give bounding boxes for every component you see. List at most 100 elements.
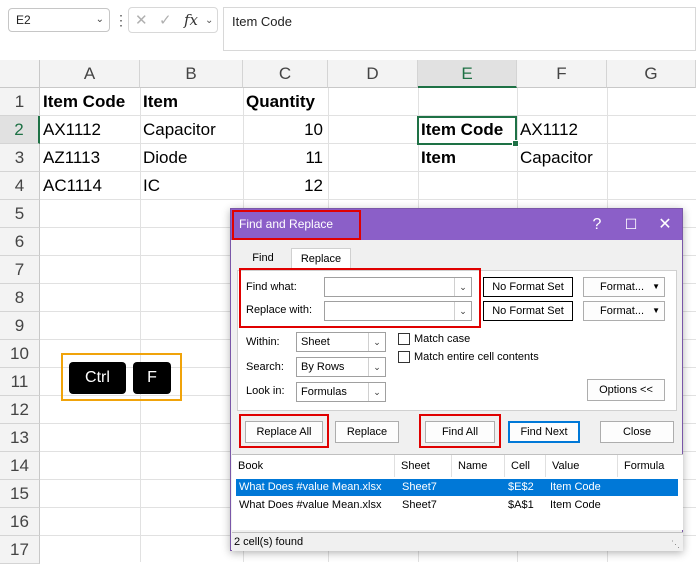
find-all-button[interactable]: Find All: [425, 421, 495, 443]
close-window-button[interactable]: ✕: [648, 209, 682, 240]
options-button[interactable]: Options <<: [587, 379, 665, 401]
row-header-16[interactable]: 16: [0, 508, 40, 536]
row-header-6[interactable]: 6: [0, 228, 40, 256]
row-header-11[interactable]: 11: [0, 368, 40, 396]
column-header-c[interactable]: C: [243, 60, 328, 88]
chevron-down-icon[interactable]: ⌄: [368, 383, 385, 401]
tab-find[interactable]: Find: [245, 248, 281, 270]
dropdown-arrow-icon: ▼: [652, 306, 660, 315]
results-header-book[interactable]: Book: [232, 455, 395, 477]
close-button[interactable]: Close: [600, 421, 674, 443]
dropdown-arrow-icon: ▼: [652, 282, 660, 291]
result-cell: $E$2: [508, 481, 534, 493]
row-header-3[interactable]: 3: [0, 144, 40, 172]
row-header-5[interactable]: 5: [0, 200, 40, 228]
results-header-formula[interactable]: Formula: [618, 455, 683, 477]
row-header-9[interactable]: 9: [0, 312, 40, 340]
match-entire-checkbox[interactable]: [398, 351, 410, 363]
results-header-cell[interactable]: Cell: [505, 455, 546, 477]
find-what-input[interactable]: ⌄: [324, 277, 472, 297]
lookin-select[interactable]: Formulas ⌄: [296, 382, 386, 402]
format-replace-label: Format...: [600, 305, 645, 317]
cell-a1[interactable]: Item Code: [40, 88, 140, 116]
help-button[interactable]: ?: [580, 209, 614, 240]
row-header-15[interactable]: 15: [0, 480, 40, 508]
result-value: Item Code: [550, 481, 601, 493]
chevron-down-icon[interactable]: ⌄: [96, 9, 104, 31]
maximize-button[interactable]: ☐: [614, 209, 648, 240]
result-row[interactable]: What Does #value Mean.xlsx Sheet7 $A$1 I…: [236, 497, 678, 514]
row-header-8[interactable]: 8: [0, 284, 40, 312]
cell-b2[interactable]: Capacitor: [140, 116, 243, 144]
cell-b1[interactable]: Item: [140, 88, 243, 116]
replace-with-input[interactable]: ⌄: [324, 301, 472, 321]
result-row[interactable]: What Does #value Mean.xlsx Sheet7 $E$2 I…: [236, 479, 678, 496]
formula-input[interactable]: Item Code: [223, 7, 696, 51]
search-select[interactable]: By Rows ⌄: [296, 357, 386, 377]
row-header-2[interactable]: 2: [0, 116, 40, 144]
row-header-4[interactable]: 4: [0, 172, 40, 200]
replace-with-label: Replace with:: [246, 304, 313, 316]
ctrl-key: Ctrl: [69, 362, 126, 394]
active-cell-border: [417, 116, 519, 147]
column-header-f[interactable]: F: [517, 60, 607, 88]
cell-c4[interactable]: 12: [243, 172, 328, 200]
row-header-1[interactable]: 1: [0, 88, 40, 116]
cell-a2[interactable]: AX1112: [40, 116, 140, 144]
chevron-down-icon[interactable]: ⌄: [368, 358, 385, 376]
row-header-17[interactable]: 17: [0, 536, 40, 564]
find-next-button[interactable]: Find Next: [508, 421, 580, 443]
insert-function-icon[interactable]: fx: [184, 11, 198, 29]
cell-c2[interactable]: 10: [243, 116, 328, 144]
status-bar: 2 cell(s) found: [232, 532, 683, 551]
row-header-7[interactable]: 7: [0, 256, 40, 284]
results-header-name[interactable]: Name: [452, 455, 505, 477]
cancel-icon[interactable]: ✕: [135, 11, 148, 29]
cell-c3[interactable]: 11: [243, 144, 328, 172]
results-header-sheet[interactable]: Sheet: [395, 455, 452, 477]
within-value: Sheet: [301, 336, 330, 348]
cell-b3[interactable]: Diode: [140, 144, 243, 172]
column-header-d[interactable]: D: [328, 60, 418, 88]
match-case-checkbox[interactable]: [398, 333, 410, 345]
replace-all-button[interactable]: Replace All: [245, 421, 323, 443]
cell-f2[interactable]: AX1112: [517, 116, 607, 144]
result-value: Item Code: [550, 499, 601, 511]
row-header-10[interactable]: 10: [0, 340, 40, 368]
row-header-14[interactable]: 14: [0, 452, 40, 480]
expand-chevron-icon[interactable]: ⌄: [205, 15, 213, 26]
more-options-icon[interactable]: ⋮: [114, 10, 128, 30]
format-find-label: Format...: [600, 281, 645, 293]
search-value: By Rows: [301, 361, 345, 373]
cell-c1[interactable]: Quantity: [243, 88, 328, 116]
replace-button[interactable]: Replace: [335, 421, 399, 443]
chevron-down-icon[interactable]: ⌄: [368, 333, 385, 351]
cell-a3[interactable]: AZ1113: [40, 144, 140, 172]
result-book: What Does #value Mean.xlsx: [239, 481, 382, 493]
cell-f3[interactable]: Capacitor: [517, 144, 607, 172]
check-icon[interactable]: ✓: [159, 11, 172, 29]
name-box[interactable]: E2 ⌄: [8, 8, 110, 32]
results-header-value[interactable]: Value: [546, 455, 618, 477]
select-all-corner[interactable]: [0, 60, 40, 88]
format-preview-find: No Format Set: [483, 277, 573, 297]
column-header-g[interactable]: G: [607, 60, 696, 88]
row-header-13[interactable]: 13: [0, 424, 40, 452]
title-highlight-box: [232, 210, 361, 240]
chevron-down-icon[interactable]: ⌄: [454, 278, 471, 296]
column-header-a[interactable]: A: [40, 60, 140, 88]
cell-e3[interactable]: Item: [418, 144, 517, 172]
format-replace-button[interactable]: Format... ▼: [583, 301, 665, 321]
within-select[interactable]: Sheet ⌄: [296, 332, 386, 352]
column-header-e[interactable]: E: [418, 60, 517, 88]
within-label: Within:: [246, 336, 280, 348]
cell-b4[interactable]: IC: [140, 172, 243, 200]
results-list[interactable]: Book Sheet Name Cell Value Formula What …: [232, 454, 683, 530]
chevron-down-icon[interactable]: ⌄: [454, 302, 471, 320]
cell-a4[interactable]: AC1114: [40, 172, 140, 200]
result-sheet: Sheet7: [402, 481, 437, 493]
resize-grip-icon[interactable]: ⋱: [671, 539, 681, 549]
format-find-button[interactable]: Format... ▼: [583, 277, 665, 297]
row-header-12[interactable]: 12: [0, 396, 40, 424]
column-header-b[interactable]: B: [140, 60, 243, 88]
